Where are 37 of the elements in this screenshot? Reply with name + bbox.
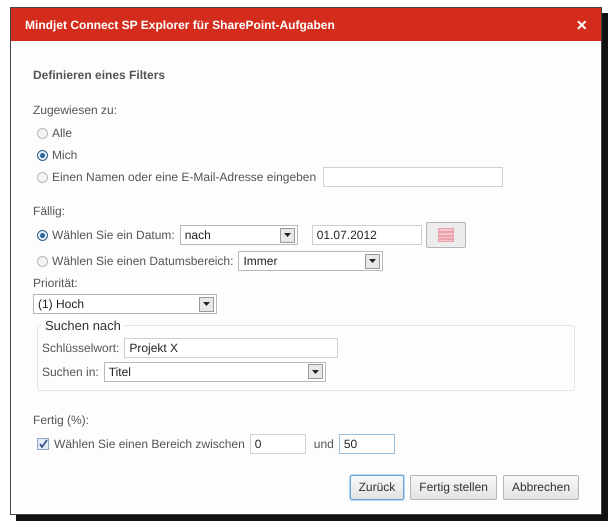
keyword-field[interactable]: Projekt X xyxy=(124,338,338,358)
window-title: Mindjet Connect SP Explorer für SharePoint-Aufgaben xyxy=(25,16,335,34)
calendar-icon xyxy=(438,228,454,242)
priority-select[interactable]: (1) Hoch xyxy=(33,294,217,314)
radio-button[interactable] xyxy=(37,172,48,182)
field-label: Suchen in: xyxy=(42,364,99,380)
field-label: Schlüsselwort: xyxy=(42,340,120,356)
date-field[interactable]: 01.07.2012 xyxy=(312,225,422,245)
radio-label: Wählen Sie einen Datumsbereich: xyxy=(52,253,234,270)
radio-label: Mich xyxy=(52,147,78,164)
calendar-button[interactable] xyxy=(426,222,466,248)
radio-label: Alle xyxy=(52,125,72,142)
radio-button[interactable] xyxy=(37,128,48,138)
radio-button[interactable] xyxy=(37,230,48,240)
dialog-button[interactable]: Zurück xyxy=(350,474,404,500)
field-label: und xyxy=(314,436,334,452)
radio-label: Einen Namen oder eine E-Mail-Adresse eingeben xyxy=(52,169,316,186)
checkbox-label: Wählen Sie einen Bereich zwischen xyxy=(54,436,245,452)
search-in-select[interactable]: Titel xyxy=(104,362,326,382)
checkbox[interactable] xyxy=(37,438,49,450)
date-range-select[interactable]: Immer xyxy=(238,251,384,271)
field-label: Zugewiesen zu: xyxy=(33,102,118,119)
radio-label: Wählen Sie ein Datum: xyxy=(52,227,175,244)
field-label: Fertig (%): xyxy=(33,412,90,428)
date-operator-select[interactable]: nach xyxy=(180,225,298,245)
field-label: Fällig: xyxy=(33,203,66,220)
radio-button[interactable] xyxy=(37,256,48,266)
name-input-field[interactable] xyxy=(323,167,504,187)
radio-button[interactable] xyxy=(37,150,48,160)
close-button[interactable]: × xyxy=(576,16,587,34)
field-label: Priorität: xyxy=(33,275,79,292)
section-heading: Definieren eines Filters xyxy=(33,67,166,84)
dialog-button[interactable]: Abbrechen xyxy=(502,474,579,500)
range-from-field[interactable]: 0 xyxy=(250,434,306,454)
group-title: Suchen nach xyxy=(44,317,122,335)
dialog-button[interactable]: Fertig stellen xyxy=(410,474,497,500)
range-to-field[interactable]: 50 xyxy=(338,434,395,454)
